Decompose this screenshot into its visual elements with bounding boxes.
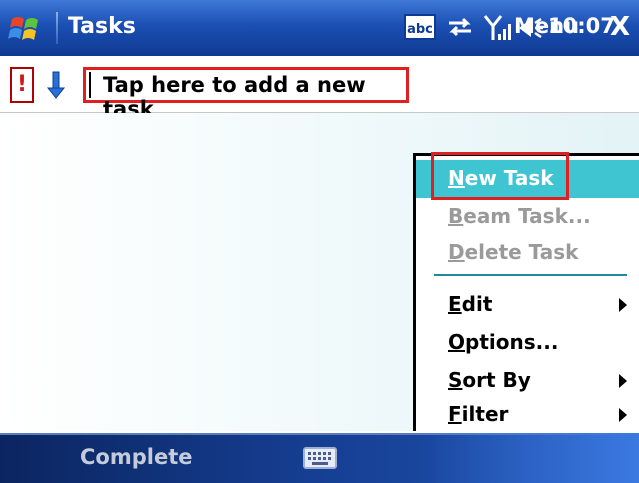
menu-softkey-highlight (420, 433, 639, 483)
menu-item-label: Delete Task (448, 240, 579, 264)
connectivity-icon[interactable] (445, 14, 475, 40)
svg-text:abc: abc (407, 22, 433, 37)
title-separator (56, 12, 58, 44)
menu-item-label: Sort By (448, 368, 531, 392)
menu-item-sort-by[interactable]: Sort By (416, 362, 639, 400)
windows-start-icon[interactable] (6, 11, 52, 47)
submenu-arrow-icon (619, 374, 627, 388)
menu-item-label: Options... (448, 330, 559, 354)
menu-item-label: Beam Task... (448, 204, 591, 228)
keyboard-icon[interactable] (303, 445, 337, 471)
new-task-annotation-box (431, 152, 569, 200)
input-inner: Tap here to add a new task (89, 72, 403, 121)
sort-arrow-icon[interactable] (46, 70, 66, 100)
menu-item-filter[interactable]: Filter (416, 396, 639, 434)
menu-item-label: Edit (448, 292, 493, 316)
menu-separator (434, 274, 627, 276)
priority-icon: ! (16, 72, 28, 97)
task-entry-bar: ! Tap here to add a new task (0, 56, 639, 121)
menu-item-edit[interactable]: Edit (416, 286, 639, 324)
priority-button[interactable]: ! (10, 67, 34, 103)
menu-item-delete-task: Delete Task (416, 234, 639, 272)
menu-softkey[interactable]: Menu (498, 12, 639, 50)
menu-item-options[interactable]: Options... (416, 324, 639, 362)
app-title: Tasks (68, 14, 136, 39)
menu-item-beam-task: Beam Task... (416, 198, 639, 236)
complete-softkey[interactable]: Complete (80, 445, 192, 469)
abc-input-icon[interactable]: abc (404, 13, 436, 41)
new-task-input[interactable]: Tap here to add a new task (83, 67, 409, 121)
menu-item-label: Filter (448, 402, 509, 426)
menu-softkey-label: Menu (514, 14, 580, 38)
submenu-arrow-icon (619, 298, 627, 312)
submenu-arrow-icon (619, 408, 627, 422)
